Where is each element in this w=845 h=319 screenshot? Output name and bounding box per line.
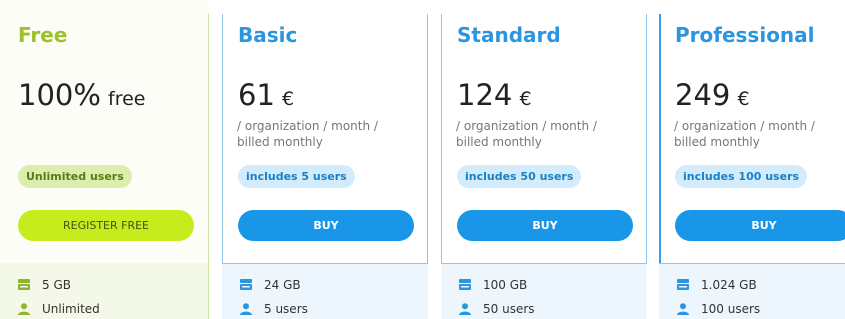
price-billing-note: / organization / month / billed monthly (237, 119, 378, 149)
price-unit: € (282, 88, 295, 110)
column-divider (208, 14, 209, 319)
user-icon (459, 303, 471, 315)
plan-name: Free (18, 23, 68, 47)
feature-users: Unlimited (18, 301, 100, 317)
plan-price: 249 € (675, 78, 750, 112)
feature-text: 24 GB (264, 278, 301, 292)
plan-price: 100% free (18, 78, 145, 112)
price-amount: 100% (18, 78, 101, 112)
feature-storage: 100 GB (459, 277, 527, 293)
price-unit: free (108, 88, 146, 110)
storage-icon (677, 279, 689, 290)
price-unit: € (737, 88, 750, 110)
buy-button[interactable]: BUY (675, 210, 845, 241)
storage-icon (18, 279, 30, 290)
plan-name: Standard (457, 23, 561, 47)
buy-button[interactable]: BUY (457, 210, 633, 241)
price-amount: 124 (457, 78, 513, 112)
users-badge: Unlimited users (18, 165, 132, 188)
feature-text: Unlimited (42, 302, 100, 316)
buy-button[interactable]: BUY (238, 210, 414, 241)
user-icon (240, 303, 252, 315)
plan-card-professional: Professional 249 € / organization / mont… (659, 0, 845, 319)
feature-text: 100 users (701, 302, 761, 316)
users-badge: includes 100 users (675, 165, 808, 188)
storage-icon (459, 279, 471, 290)
feature-text: 5 users (264, 302, 308, 316)
price-amount: 61 (238, 78, 275, 112)
register-free-button[interactable]: REGISTER FREE (18, 210, 194, 241)
price-billing-note: / organization / month / billed monthly (674, 119, 815, 149)
plan-name: Basic (238, 23, 298, 47)
feature-text: 100 GB (483, 278, 528, 292)
feature-storage: 1.024 GB (677, 277, 757, 293)
feature-storage: 24 GB (240, 277, 301, 293)
plan-card-free: Free 100% free Unlimited users REGISTER … (0, 0, 209, 319)
plan-name: Professional (675, 23, 815, 47)
feature-text: 1.024 GB (701, 278, 757, 292)
user-icon (18, 303, 30, 315)
storage-icon (240, 279, 252, 290)
plan-price: 124 € (457, 78, 532, 112)
feature-users: 50 users (459, 301, 535, 317)
plan-price: 61 € (238, 78, 294, 112)
plan-card-standard: Standard 124 € / organization / month / … (441, 0, 647, 319)
feature-text: 50 users (483, 302, 535, 316)
feature-users: 5 users (240, 301, 308, 317)
price-billing-note: / organization / month / billed monthly (456, 119, 597, 149)
feature-text: 5 GB (42, 278, 71, 292)
plan-card-basic: Basic 61 € / organization / month / bill… (222, 0, 428, 319)
users-badge: includes 5 users (238, 165, 355, 188)
price-amount: 249 (675, 78, 731, 112)
users-badge: includes 50 users (457, 165, 582, 188)
price-unit: € (519, 88, 532, 110)
feature-users: 100 users (677, 301, 760, 317)
user-icon (677, 303, 689, 315)
feature-storage: 5 GB (18, 277, 71, 293)
